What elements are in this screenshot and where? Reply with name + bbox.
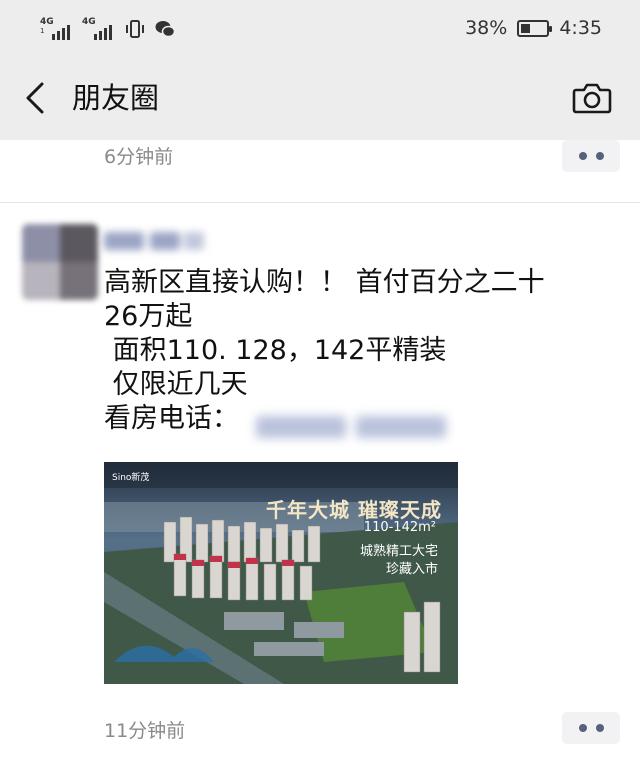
- signal-icon-2: 4G: [82, 18, 116, 40]
- clock: 4:35: [559, 17, 602, 39]
- battery-icon: [517, 19, 553, 37]
- ad-headline: 千年大城 璀璨天成: [266, 498, 442, 522]
- ad-logo: Sino新茂: [112, 473, 150, 483]
- status-bar-right: 38% 4:35: [465, 14, 602, 42]
- status-bar: 4G 1 4G 38% 4:35: [0, 0, 640, 56]
- camera-icon[interactable]: [570, 76, 614, 120]
- post-more-button[interactable]: [562, 712, 620, 744]
- signal-icon-1: 4G 1: [40, 18, 74, 40]
- ad-line-2: 珍藏入市: [385, 562, 438, 577]
- prev-post-time: 6分钟前: [104, 146, 174, 168]
- status-bar-left: 4G 1 4G: [40, 14, 176, 40]
- post-time: 11分钟前: [104, 720, 186, 742]
- ad-line-1: 城熟精工大宅: [359, 544, 438, 559]
- nav-bar: 朋友圈: [0, 56, 640, 140]
- chevron-left-icon[interactable]: [16, 76, 56, 120]
- signal-sub-1: 1: [40, 27, 45, 35]
- moments-feed[interactable]: 6分钟前 高新区直接认购！！ 首付百分之二十 26万起 面积110. 128，1…: [0, 140, 640, 772]
- battery-percent: 38%: [465, 17, 508, 39]
- ad-area: 110-142m²: [363, 520, 436, 535]
- prev-post-more-button[interactable]: [562, 140, 620, 172]
- post-image[interactable]: Sino新茂 千年大城 璀璨天成 110-142m² 城熟精工大宅 珍藏入市: [104, 462, 458, 684]
- page-title: 朋友圈: [72, 81, 160, 115]
- phone-number-redacted: [256, 410, 456, 444]
- vibrate-icon: [126, 20, 144, 38]
- post-divider: [0, 202, 640, 203]
- avatar[interactable]: [22, 224, 98, 300]
- username-redacted[interactable]: [104, 228, 208, 254]
- wechat-icon: [155, 21, 176, 38]
